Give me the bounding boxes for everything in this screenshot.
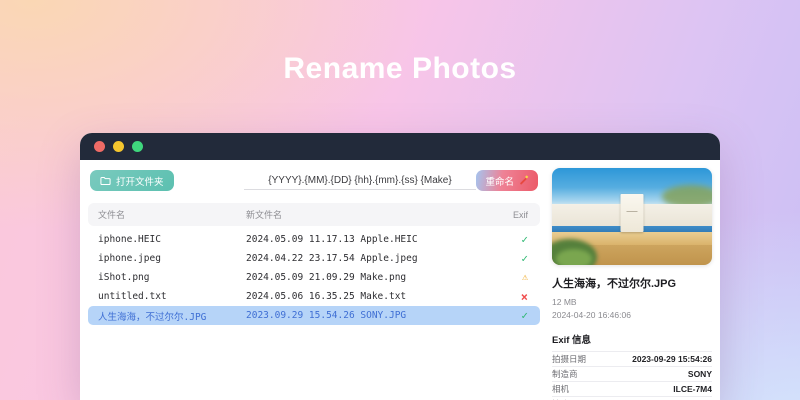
table-row[interactable]: iphone.jpeg 2024.04.22 23.17.54 Apple.jp…	[88, 249, 540, 268]
file-rows: iphone.HEIC 2024.05.09 11.17.13 Apple.HE…	[88, 230, 540, 325]
table-row[interactable]: iphone.HEIC 2024.05.09 11.17.13 Apple.HE…	[88, 230, 540, 249]
window-body: 打开文件夹 重命名	[80, 160, 720, 400]
window-titlebar	[80, 133, 720, 160]
exif-value: 2023-09-29 15:54:26	[632, 354, 712, 364]
page-background: Rename Photos 打开文件夹 {YYYY}.{MM}.{DD} {hh…	[0, 0, 800, 400]
exif-heading: Exif 信息	[552, 332, 712, 352]
status-warning-icon: ⚠	[521, 271, 528, 283]
page-title: Rename Photos	[283, 52, 517, 85]
open-folder-button[interactable]: 打开文件夹	[90, 170, 174, 191]
table-row[interactable]: untitled.txt 2024.05.06 16.35.25 Make.tx…	[88, 287, 540, 306]
exif-row: 制造商 SONY	[552, 367, 712, 382]
cell-new-filename: 2024.05.06 16.35.25 Make.txt	[246, 291, 407, 302]
detail-file-date: 2024-04-20 16:46:06	[552, 310, 631, 320]
photo-preview	[552, 168, 712, 265]
app-window: 打开文件夹 重命名	[80, 133, 720, 400]
minimize-window-button[interactable]	[113, 141, 124, 152]
detail-filename: 人生海海，不过尔尔.JPG	[552, 278, 677, 290]
cell-new-filename: 2023.09.29 15.54.26 SONY.JPG	[246, 310, 407, 321]
open-folder-label: 打开文件夹	[116, 176, 164, 188]
exif-row: 拍摄日期 2023-09-29 15:54:26	[552, 352, 712, 367]
cell-filename: 人生海海，不过尔尔.JPG	[98, 311, 207, 323]
status-error-icon: ×	[520, 289, 528, 304]
zoom-window-button[interactable]	[132, 141, 143, 152]
status-check-icon: ✓	[521, 309, 528, 322]
photo-plant	[556, 249, 592, 265]
toolbar: 打开文件夹 重命名	[88, 170, 540, 191]
cell-filename: iphone.jpeg	[98, 253, 161, 264]
close-window-button[interactable]	[94, 141, 105, 152]
exif-value: SONY	[687, 369, 712, 379]
file-list-zone: 打开文件夹 重命名	[88, 170, 540, 325]
cell-filename: untitled.txt	[98, 291, 167, 302]
photo-book	[620, 194, 644, 232]
header-exif: Exif	[512, 209, 528, 220]
exif-label: 拍摄日期	[552, 354, 587, 364]
exif-value: ILCE-7M4	[673, 384, 712, 394]
cell-new-filename: 2024.05.09 21.09.29 Make.png	[246, 272, 407, 283]
cell-filename: iphone.HEIC	[98, 234, 161, 245]
header-filename: 文件名	[98, 210, 126, 220]
rename-button-label: 重命名	[485, 176, 514, 188]
table-row-selected[interactable]: 人生海海，不过尔尔.JPG 2023.09.29 15.54.26 SONY.J…	[88, 306, 540, 325]
exif-label: 制造商	[552, 369, 578, 379]
status-check-icon: ✓	[521, 252, 528, 265]
detail-panel: 人生海海，不过尔尔.JPG 12 MB 2024-04-20 16:46:06 …	[552, 168, 712, 400]
rename-pattern-input[interactable]	[243, 171, 477, 190]
rename-button[interactable]: 重命名	[476, 170, 538, 191]
file-table-header: 文件名 新文件名 Exif	[88, 203, 540, 226]
exif-label: 相机	[552, 384, 570, 394]
cell-new-filename: 2024.04.22 23.17.54 Apple.jpeg	[246, 253, 418, 264]
folder-icon	[100, 176, 111, 186]
cell-filename: iShot.png	[98, 272, 150, 283]
magic-wand-icon	[518, 175, 529, 186]
detail-filesize: 12 MB	[552, 297, 577, 307]
header-new-filename: 新文件名	[246, 210, 283, 220]
file-table: 文件名 新文件名 Exif iphone.HEIC 2024.05.09 11.…	[88, 203, 540, 325]
table-row[interactable]: iShot.png 2024.05.09 21.09.29 Make.png ⚠	[88, 268, 540, 287]
status-check-icon: ✓	[521, 233, 528, 246]
exif-row: 相机 ILCE-7M4	[552, 382, 712, 397]
cell-new-filename: 2024.05.09 11.17.13 Apple.HEIC	[246, 234, 418, 245]
